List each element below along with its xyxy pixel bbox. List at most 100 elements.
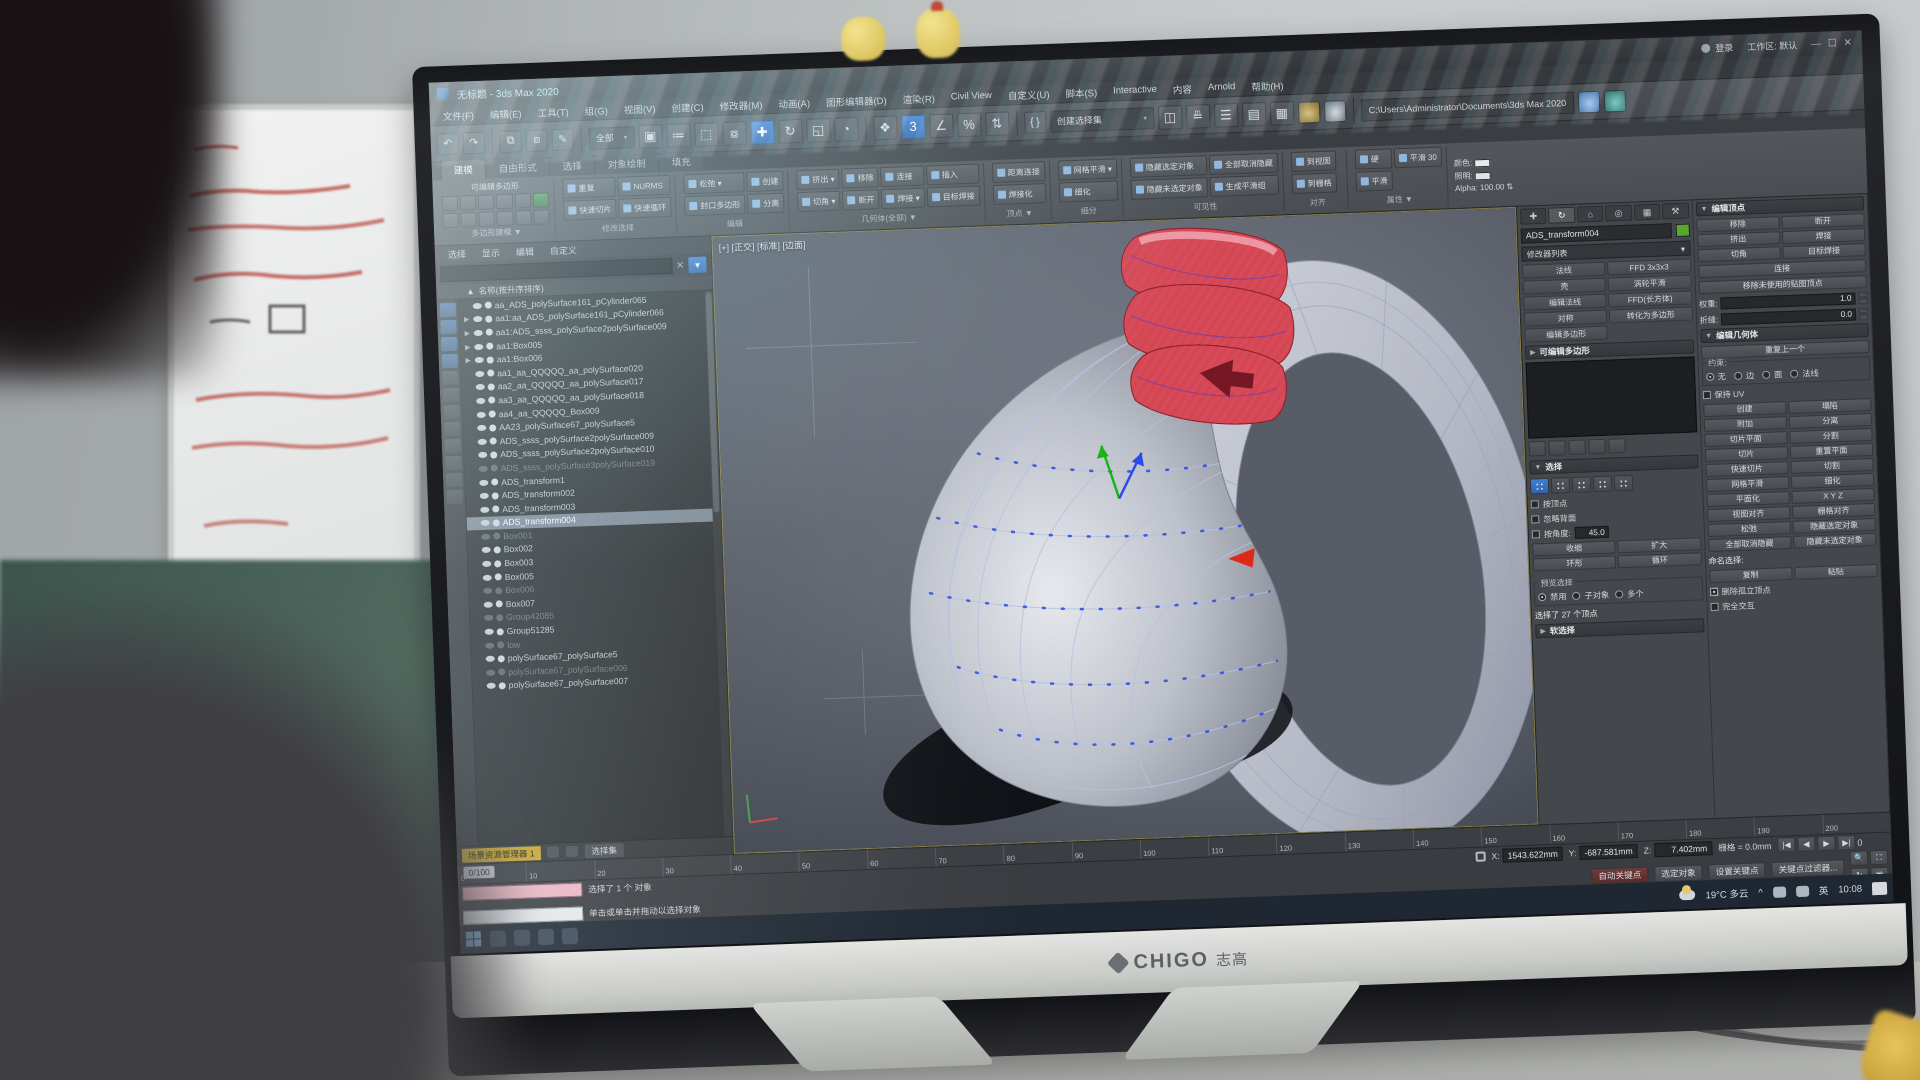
- preview-option-radio[interactable]: 子对象: [1572, 589, 1609, 602]
- menu-item[interactable]: 文件(F): [435, 105, 481, 125]
- visibility-eye-icon[interactable]: [474, 343, 483, 349]
- visibility-eye-icon[interactable]: [481, 520, 490, 526]
- current-frame-field[interactable]: 0: [1857, 836, 1887, 847]
- edit-geometry-button[interactable]: 切片平面: [1704, 431, 1788, 447]
- menu-item[interactable]: Civil View: [944, 88, 1000, 105]
- menu-item[interactable]: 编辑(E): [483, 104, 529, 124]
- poly-tool-icon[interactable]: [533, 209, 550, 225]
- angle-snap-icon[interactable]: ∠: [929, 113, 954, 138]
- ribbon-tab[interactable]: 对象绘制: [595, 153, 658, 174]
- remove-modifier-icon[interactable]: [1588, 439, 1606, 455]
- sign-in-button[interactable]: 登录: [1701, 40, 1733, 54]
- modify-tab-icon[interactable]: ↻: [1548, 207, 1575, 224]
- configure-modifier-sets-icon[interactable]: [1608, 438, 1626, 454]
- notification-center-icon[interactable]: [1872, 881, 1887, 895]
- display-geometry-icon[interactable]: [440, 320, 457, 335]
- edit-geometry-button[interactable]: 切割: [1790, 458, 1874, 474]
- show-end-result-icon[interactable]: [1548, 440, 1566, 456]
- vertex-mode-icon[interactable]: [442, 196, 459, 212]
- visibility-eye-icon[interactable]: [479, 466, 488, 472]
- visibility-eye-icon[interactable]: [473, 316, 482, 322]
- explorer-menu-item[interactable]: 显示: [475, 245, 508, 261]
- tray-expand-caret[interactable]: ^: [1758, 887, 1763, 898]
- display-groups-icon[interactable]: [443, 405, 460, 420]
- paste-button[interactable]: 粘贴: [1794, 564, 1878, 580]
- object-color-swatch[interactable]: [1675, 223, 1689, 237]
- polygon-mode-icon[interactable]: [496, 194, 513, 210]
- select-object-icon[interactable]: ▣: [638, 124, 663, 149]
- visibility-eye-icon[interactable]: [482, 547, 491, 553]
- visibility-eye-icon[interactable]: [483, 588, 492, 594]
- crease-field[interactable]: 0.0: [1721, 308, 1856, 325]
- visibility-eye-icon[interactable]: [478, 438, 487, 444]
- explorer-menu-item[interactable]: 自定义: [543, 242, 585, 258]
- poly-tool-icon[interactable]: [479, 211, 496, 227]
- menu-item[interactable]: 内容: [1166, 79, 1200, 98]
- modifier-stack[interactable]: [1526, 356, 1697, 438]
- object-name-field[interactable]: ADS_transform004: [1521, 223, 1672, 244]
- edit-geometry-button[interactable]: 网格平滑: [1705, 476, 1789, 492]
- selection-lock-icon[interactable]: [1475, 851, 1485, 861]
- modifier-button[interactable]: 壳: [1523, 278, 1607, 295]
- lighting-swatch[interactable]: [1475, 172, 1491, 181]
- ribbon-button[interactable]: NURMS: [617, 175, 671, 197]
- ribbon-button[interactable]: 平滑 30: [1393, 147, 1442, 169]
- ribbon-button[interactable]: 生成平滑组: [1209, 175, 1279, 198]
- reference-coordinate-icon[interactable]: ◔: [834, 116, 859, 141]
- window-controls[interactable]: — ☐ ✕: [1811, 37, 1854, 50]
- preview-option-radio[interactable]: 多个: [1615, 587, 1644, 600]
- workspace-selector[interactable]: 工作区: 默认: [1747, 38, 1797, 53]
- zoom-all-icon[interactable]: ⛶: [1870, 850, 1889, 866]
- menu-item[interactable]: 修改器(M): [712, 95, 769, 115]
- spinner-snap-icon[interactable]: ⇅: [985, 111, 1010, 136]
- ribbon-button[interactable]: 目标焊接: [926, 186, 980, 208]
- visibility-eye-icon[interactable]: [483, 574, 492, 580]
- ribbon-button[interactable]: 到视图: [1290, 150, 1336, 172]
- preview-option-radio[interactable]: 禁用: [1538, 590, 1567, 603]
- edit-geometry-button[interactable]: X Y Z: [1791, 488, 1875, 504]
- poly-modeling-footer[interactable]: 多边形建模 ▼: [442, 225, 551, 242]
- modifier-button[interactable]: FFD(长方体): [1608, 290, 1692, 307]
- edit-geometry-button[interactable]: 松弛: [1707, 521, 1791, 537]
- edit-geometry-button[interactable]: 附加: [1703, 416, 1787, 432]
- go-to-start-icon[interactable]: |◀: [1777, 837, 1796, 853]
- edit-geometry-button[interactable]: 分割: [1789, 428, 1873, 444]
- pin-stack-icon[interactable]: [1528, 441, 1546, 457]
- taskbar-app-icon[interactable]: [562, 928, 579, 945]
- ribbon-button[interactable]: 重复: [562, 177, 616, 199]
- display-tab-icon[interactable]: ▦: [1634, 204, 1661, 221]
- selection-set-button[interactable]: 选择集: [583, 841, 625, 859]
- modifier-button[interactable]: 法线: [1522, 262, 1606, 279]
- edit-vertices-button[interactable]: 焊接: [1782, 228, 1866, 244]
- taskbar-app-icon[interactable]: [538, 929, 555, 946]
- explorer-menu-item[interactable]: 选择: [441, 246, 474, 262]
- menu-item[interactable]: 组(G): [577, 100, 615, 119]
- weather-text[interactable]: 19°C 多云: [1705, 886, 1748, 902]
- ribbon-tab[interactable]: 选择: [550, 156, 594, 177]
- modifier-button[interactable]: 编辑法线: [1523, 294, 1607, 311]
- create-tab-icon[interactable]: ✚: [1520, 208, 1547, 225]
- ribbon-button[interactable]: 距离连接: [991, 161, 1045, 183]
- explorer-footer-icon[interactable]: [545, 845, 559, 859]
- edit-vertices-button[interactable]: 目标焊接: [1782, 243, 1866, 259]
- menu-item[interactable]: 渲染(R): [895, 88, 942, 108]
- z-coordinate-field[interactable]: 7.402mm: [1654, 841, 1712, 857]
- element-subobject-icon[interactable]: [1614, 475, 1634, 492]
- edit-geometry-button[interactable]: 隐藏选定对象: [1792, 518, 1876, 534]
- ribbon-button[interactable]: 平滑: [1355, 170, 1393, 191]
- edit-geometry-button[interactable]: 视图对齐: [1707, 506, 1791, 522]
- edit-geometry-button[interactable]: 快速切片: [1705, 461, 1789, 477]
- ribbon-button[interactable]: 插入: [925, 164, 979, 186]
- element-mode-icon[interactable]: [514, 193, 531, 209]
- perspective-viewport[interactable]: [+] [正交] [标准] [边面]: [711, 207, 1538, 854]
- percent-snap-icon[interactable]: %: [957, 112, 982, 137]
- constraint-radio[interactable]: 法线: [1790, 367, 1819, 380]
- edit-geometry-button[interactable]: 分离: [1788, 413, 1872, 429]
- edit-geometry-button[interactable]: 细化: [1791, 473, 1875, 489]
- constraint-radio[interactable]: 边: [1734, 369, 1755, 382]
- next-frame-icon[interactable]: ▶|: [1837, 835, 1856, 851]
- render-production-icon[interactable]: [1604, 89, 1627, 112]
- modifier-button[interactable]: FFD 3x3x3: [1607, 259, 1691, 276]
- constraint-radio[interactable]: 面: [1762, 368, 1783, 381]
- edit-geometry-button[interactable]: 切片: [1704, 446, 1788, 462]
